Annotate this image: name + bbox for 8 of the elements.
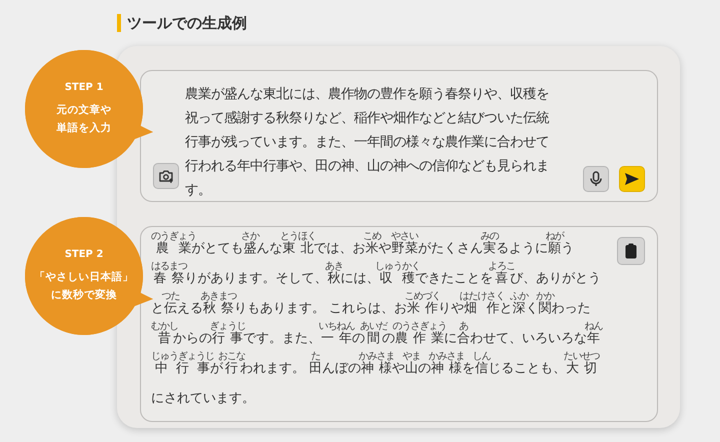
output-text: 農業 のうぎょう がとても盛 さか んな東北 とうほく では、お米 こめ や野菜 やさい がたくさん実 みの るように願 ねが う 春祭 はるまつ りがあります。そして、秋 あき には、収穫 しゅうかく できたことを 喜 よろこ び、ありがとうと伝 つた える秋祭 あきまつ りもあります。 これらは、お米作 こめづく りや畑作 はたけさく と深 ふか く 関 かか わった 昔 むかし からの行事 ぎょうじ です。また、一年 いちねん の 間 あいだ の農作業 のうさぎょう に合 あ わせて、いろいろな年中行事 ねんじゅうぎょうじ が行 おこな われます。 田 た んぼの神様 かみさま や山 やま の神様 かみさま を信 しん じることも、大切 たいせつ にされています。 xyxy=(151,231,604,408)
step-label: STEP 2 xyxy=(64,248,104,260)
step-label: STEP 1 xyxy=(64,82,104,92)
input-field[interactable]: 農業が盛んな東北には、農作物の豊作を願う春祭りや、収穫を祝って感謝する秋祭りなど、稲作や畑作などと結びついた伝統行事が残っています。また、一年間の様々な農作業に合わせて行われる年中行事や、田の神、山の神への信仰なども見られます。 xyxy=(140,70,658,202)
step-caption: 「やさしい日本語」 に数秒で変換 xyxy=(34,270,134,302)
input-text: 農業が盛んな東北には、農作物の豊作を願う春祭りや、収穫を祝って感謝する秋祭りなど、稲作や畑作などと結びついた伝統行事が残っています。また、一年間の様々な農作業に合わせて行われる年中行事や、田の神、山の神への信仰なども見られます。 xyxy=(185,86,550,200)
step-caption: 元の文章や 単語を入力 xyxy=(56,102,112,136)
section-heading: ツールでの生成例 xyxy=(117,14,720,32)
